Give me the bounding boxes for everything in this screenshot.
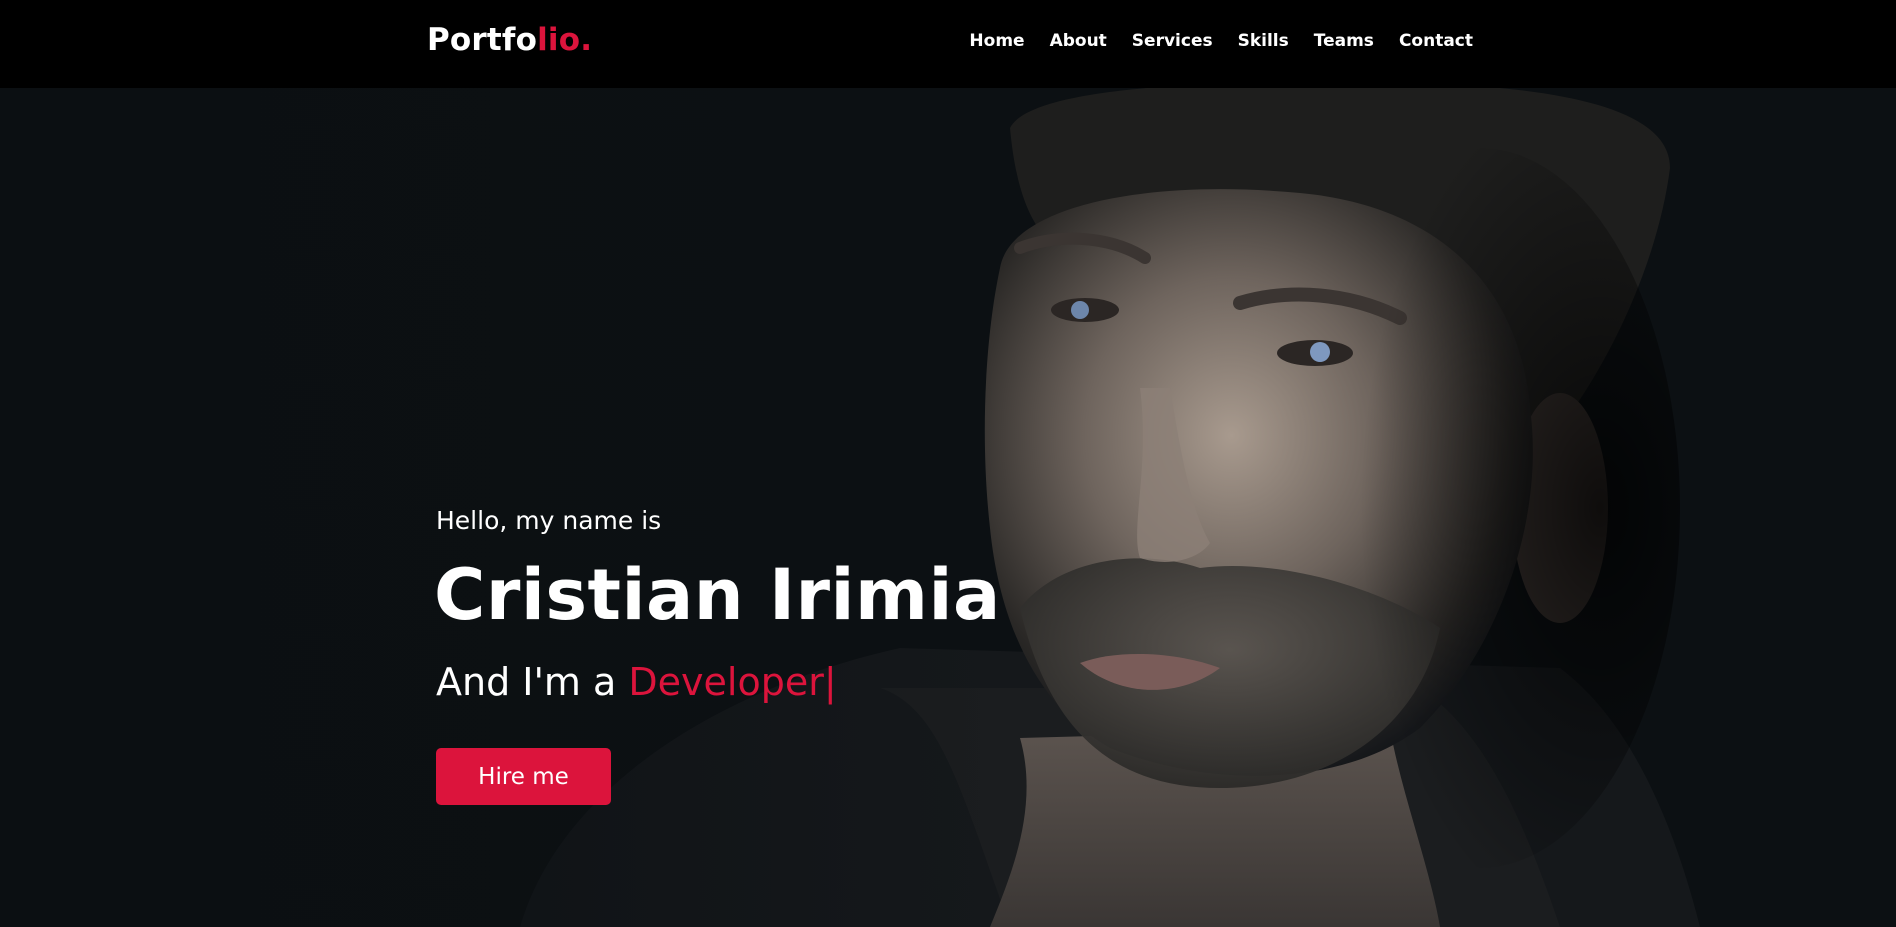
hero-role-typed: Developer <box>628 660 824 704</box>
hero-role-line: And I'm a Developer| <box>436 660 837 704</box>
nav-item-about[interactable]: About <box>1050 31 1107 51</box>
site-logo[interactable]: Portfolio. <box>427 22 592 58</box>
typing-cursor: | <box>823 660 837 704</box>
hire-me-button[interactable]: Hire me <box>436 748 611 805</box>
nav-item-contact[interactable]: Contact <box>1399 31 1473 51</box>
hero-role-prefix: And I'm a <box>436 660 629 704</box>
hero-section: Hello, my name is Cristian Irimia And I'… <box>0 88 1896 927</box>
hero-greeting: Hello, my name is <box>436 506 662 535</box>
logo-main-text: Portfo <box>427 22 538 58</box>
hero-background-portrait <box>0 88 1896 927</box>
nav-item-teams[interactable]: Teams <box>1314 31 1374 51</box>
nav-item-services[interactable]: Services <box>1132 31 1213 51</box>
main-menu: Home About Services Skills Teams Contact <box>944 31 1473 51</box>
navbar: Portfolio. Home About Services Skills Te… <box>0 0 1896 88</box>
logo-accent-text: lio. <box>537 22 593 58</box>
nav-item-home[interactable]: Home <box>969 31 1024 51</box>
nav-item-skills[interactable]: Skills <box>1238 31 1289 51</box>
hero-name: Cristian Irimia <box>434 554 1001 636</box>
